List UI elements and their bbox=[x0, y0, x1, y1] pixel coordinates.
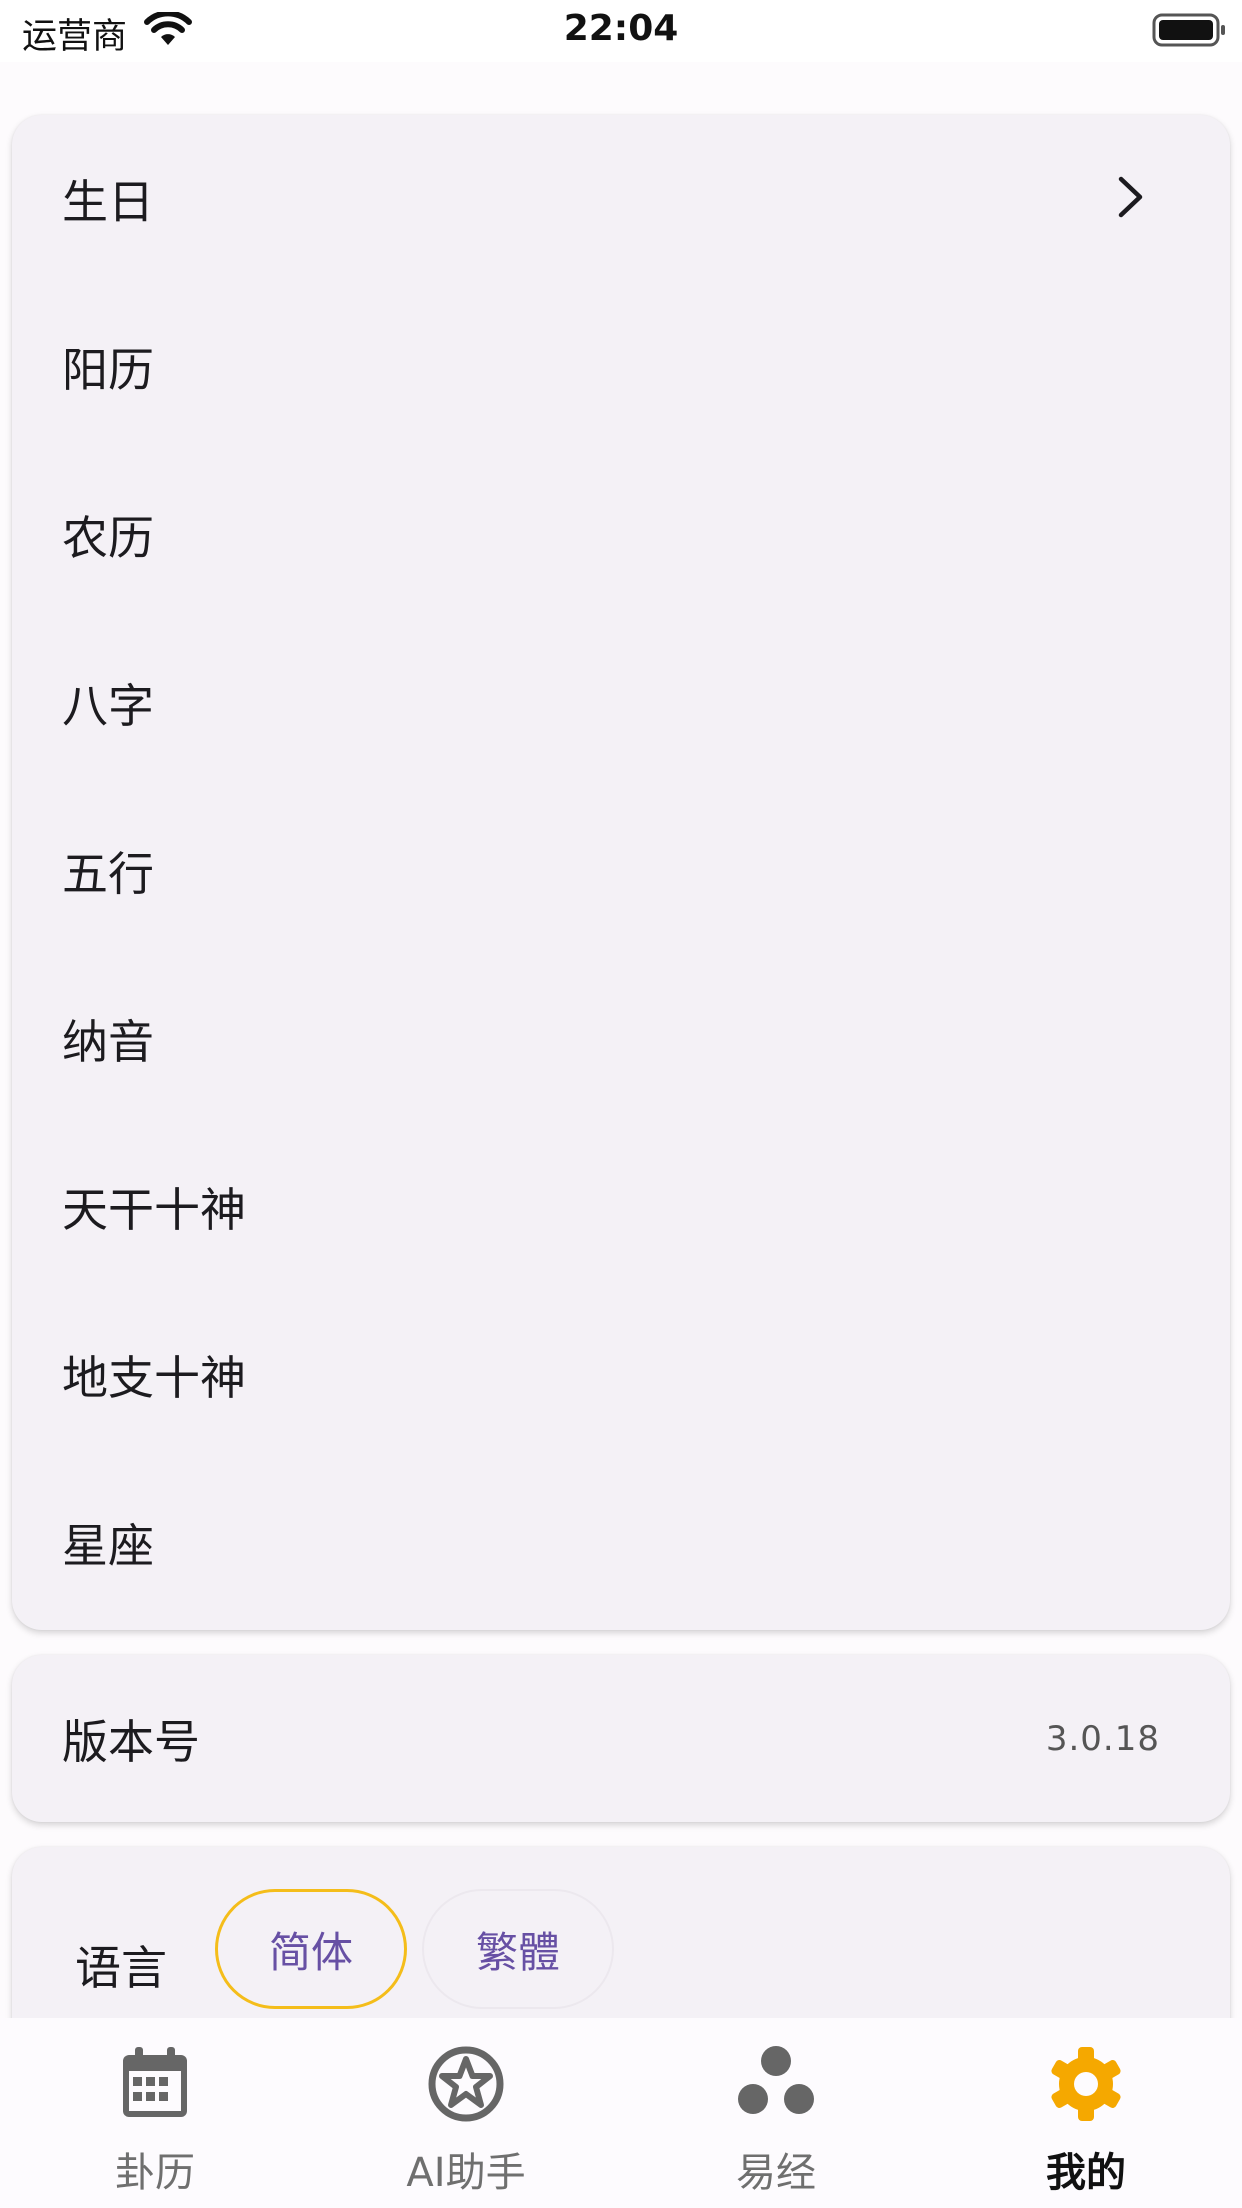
version-value: 3.0.18 bbox=[1045, 1718, 1160, 1759]
nav-item-yijing[interactable]: 易经 bbox=[676, 2018, 876, 2208]
list-item-lunar[interactable]: 农历 bbox=[12, 451, 1230, 619]
battery-icon bbox=[1152, 13, 1228, 51]
star-circle-icon bbox=[427, 2045, 505, 2127]
nav-label: 卦历 bbox=[115, 2150, 195, 2196]
language-chip-simplified[interactable]: 简体 bbox=[215, 1889, 407, 2009]
chevron-right-icon bbox=[1115, 174, 1145, 224]
nav-item-calendar[interactable]: 卦历 bbox=[55, 2018, 255, 2208]
list-item-label: 天干十神 bbox=[62, 1183, 246, 1237]
nav-item-ai-assistant[interactable]: AI助手 bbox=[366, 2018, 566, 2208]
list-item-label: 阳历 bbox=[62, 343, 154, 397]
list-item-birthday[interactable]: 生日 bbox=[12, 115, 1230, 283]
status-time: 22:04 bbox=[563, 8, 679, 49]
list-item-wuxing[interactable]: 五行 bbox=[12, 787, 1230, 955]
version-card: 版本号 3.0.18 bbox=[12, 1655, 1230, 1822]
nav-item-mine[interactable]: 我的 bbox=[986, 2018, 1186, 2208]
list-item-solar[interactable]: 阳历 bbox=[12, 283, 1230, 451]
list-item-constellation[interactable]: 星座 bbox=[12, 1459, 1230, 1627]
profile-card: 生日 阳历 农历 八字 五行 纳音 天干十神 地支十神 星座 bbox=[12, 115, 1230, 1630]
language-chip-traditional[interactable]: 繁體 bbox=[422, 1889, 614, 2009]
version-row: 版本号 3.0.18 bbox=[12, 1655, 1230, 1822]
list-item-tiangan[interactable]: 天干十神 bbox=[12, 1123, 1230, 1291]
bottom-nav: 卦历 AI助手 易经 我的 bbox=[0, 2018, 1242, 2208]
list-item-label: 八字 bbox=[62, 679, 154, 733]
nav-label: 我的 bbox=[1046, 2150, 1126, 2196]
list-item-label: 星座 bbox=[62, 1519, 154, 1573]
list-item-label: 农历 bbox=[62, 511, 154, 565]
list-item-label: 生日 bbox=[62, 175, 154, 229]
calendar-icon bbox=[119, 2045, 191, 2125]
gear-icon bbox=[1047, 2045, 1125, 2127]
nav-label: 易经 bbox=[736, 2150, 816, 2196]
three-dots-icon bbox=[736, 2045, 816, 2121]
language-label: 语言 bbox=[75, 1941, 167, 1995]
version-label: 版本号 bbox=[62, 1714, 200, 1769]
status-bar: 运营商 22:04 bbox=[0, 0, 1242, 62]
list-item-label: 纳音 bbox=[62, 1015, 154, 1069]
list-item-bazi[interactable]: 八字 bbox=[12, 619, 1230, 787]
nav-label: AI助手 bbox=[406, 2150, 526, 2196]
list-item-dizhi[interactable]: 地支十神 bbox=[12, 1291, 1230, 1459]
list-item-nayin[interactable]: 纳音 bbox=[12, 955, 1230, 1123]
list-item-label: 地支十神 bbox=[62, 1351, 246, 1405]
list-item-label: 五行 bbox=[62, 847, 154, 901]
